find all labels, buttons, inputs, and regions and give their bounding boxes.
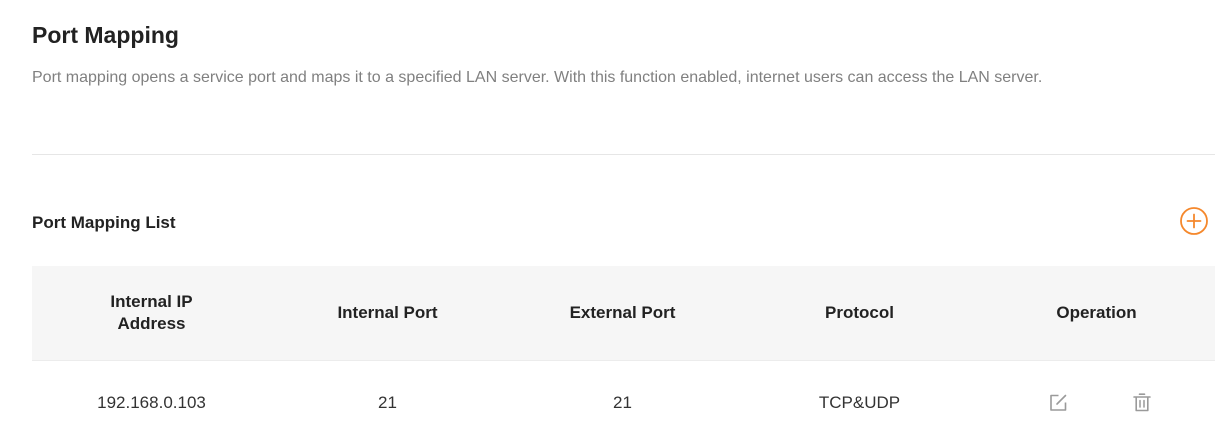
page-title: Port Mapping [32,22,179,48]
plus-circle-icon [1180,207,1208,235]
column-header-external-port: External Port [504,266,741,361]
port-mapping-page: Port Mapping Port mapping opens a servic… [0,0,1227,430]
cell-external-port: 21 [613,393,632,412]
table-row: 192.168.0.103 21 21 TCP&UDP [32,361,1215,430]
edit-icon [1049,394,1066,411]
column-header-label: Internal IP Address [110,292,193,333]
operation-buttons [978,391,1215,415]
column-header-internal-ip: Internal IP Address [32,266,271,361]
column-header-protocol: Protocol [741,266,978,361]
edit-button[interactable] [1046,391,1070,415]
trash-icon [1132,393,1151,412]
column-header-internal-port: Internal Port [271,266,504,361]
add-mapping-button[interactable] [1178,205,1210,237]
section-divider [32,154,1215,155]
port-mapping-table: Internal IP Address Internal Port Extern… [32,266,1215,430]
list-title: Port Mapping List [32,213,176,232]
cell-protocol: TCP&UDP [818,393,901,412]
cell-internal-port: 21 [378,393,397,412]
column-header-operation: Operation [978,266,1215,361]
cell-internal-ip: 192.168.0.103 [97,393,206,412]
delete-button[interactable] [1130,391,1154,415]
page-description: Port mapping opens a service port and ma… [32,69,1043,86]
cell-operation [978,361,1215,430]
table-header-row: Internal IP Address Internal Port Extern… [32,266,1215,361]
